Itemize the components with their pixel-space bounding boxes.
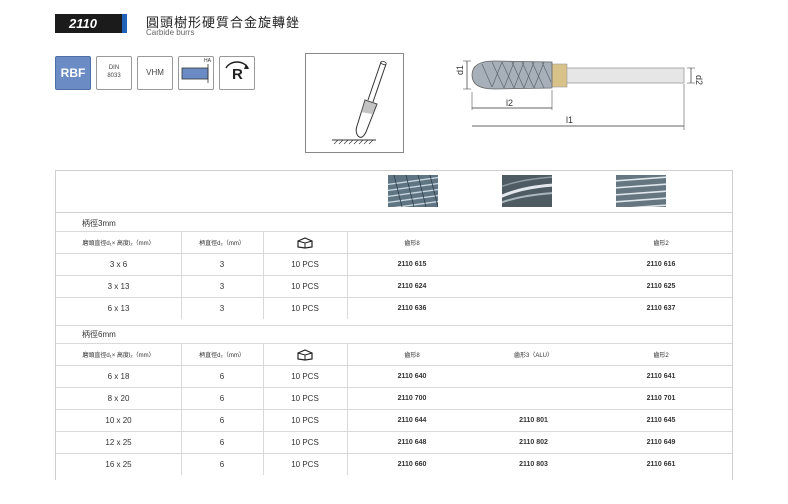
dimension-cell: 12 x 25 (105, 438, 132, 447)
col-pattern-2-header: 齒形2 (653, 241, 669, 247)
article-number-cell: 2110 802 (519, 439, 548, 446)
article-number-cell (477, 254, 590, 275)
article-number-cell (477, 388, 590, 409)
article-number-cell: 2110 640 (397, 373, 427, 380)
article-number-cell: 2110 625 (646, 283, 676, 290)
product-code: 2110 (69, 16, 97, 31)
dimension-cell: 6 x 18 (107, 372, 130, 381)
page-subtitle: Carbide burrs (146, 28, 195, 37)
article-number-cell: 2110 615 (397, 261, 427, 268)
cut-pattern-image-row (56, 171, 732, 213)
article-number-cell: 2110 661 (646, 461, 676, 468)
article-number-cell: 2110 637 (646, 305, 676, 312)
dimension-header: 磨頭直徑d₁× 高度l₂（mm） (82, 241, 155, 247)
article-number-cell: 2110 624 (397, 283, 427, 290)
table-row: 10 x 20 6 10 PCS 2110 644 2110 801 2110 … (56, 409, 732, 431)
col-pattern-8-header: 齒形8 (404, 353, 420, 359)
table-row: 12 x 25 6 10 PCS 2110 648 2110 802 2110 … (56, 431, 732, 453)
shank-header: 柄直徑d₂（mm） (199, 241, 245, 247)
article-number-cell: 2110 616 (646, 261, 676, 268)
table-header-row: 磨頭直徑d₁× 高度l₂（mm） 柄直徑d₂（mm） 齒形8 齒形3（ALU） … (56, 343, 732, 365)
shank-cell: 3 (219, 260, 225, 269)
article-number-cell (477, 366, 590, 387)
package-icon (263, 344, 347, 365)
dimension-cell: 3 x 13 (107, 282, 130, 291)
dimension-diagram: d1 d2 l2 l1 (448, 52, 728, 142)
table-row: 6 x 18 6 10 PCS 2110 640 2110 641 (56, 365, 732, 387)
pack-cell: 10 PCS (291, 460, 319, 469)
article-number-cell (477, 276, 590, 297)
article-number-cell: 2110 649 (646, 439, 676, 446)
product-code-badge: 2110 (55, 14, 127, 33)
pack-cell: 10 PCS (291, 304, 319, 313)
article-number-cell: 2110 644 (397, 417, 427, 424)
article-number-cell (477, 298, 590, 319)
tool-sketch (305, 53, 404, 153)
vhm-material-icon: VHM (137, 56, 173, 90)
ha-shank-icon: HA (178, 56, 214, 90)
shank-cell: 6 (219, 438, 225, 447)
article-number-cell: 2110 645 (646, 417, 676, 424)
shank-cell: 6 (219, 394, 225, 403)
shank-cell: 3 (219, 304, 225, 313)
article-number-cell: 2110 641 (646, 373, 676, 380)
col-pattern-3-header: 齒形3（ALU） (513, 353, 553, 359)
table-row: 16 x 25 6 10 PCS 2110 660 2110 803 2110 … (56, 453, 732, 475)
section-title-shank-3mm: 柄徑3mm (82, 219, 116, 228)
d1-label: d1 (455, 65, 465, 75)
article-number-cell: 2110 648 (397, 439, 427, 446)
l1-label: l1 (566, 115, 573, 125)
rotation-label: R (232, 66, 243, 83)
cut-pattern-3-image (502, 175, 552, 207)
article-number-cell: 2110 801 (519, 417, 548, 424)
cut-pattern-2-image (616, 175, 666, 207)
article-number-cell: 2110 701 (646, 395, 676, 402)
package-icon (263, 232, 347, 253)
pack-cell: 10 PCS (291, 416, 319, 425)
dimension-cell: 6 x 13 (107, 304, 130, 313)
rotation-direction-icon: R (219, 56, 255, 90)
table-row: 6 x 13 3 10 PCS 2110 636 2110 637 (56, 297, 732, 319)
shank-cell: 6 (219, 416, 225, 425)
article-number-cell: 2110 700 (397, 395, 427, 402)
d2-label: d2 (694, 75, 704, 85)
shank-cell: 3 (219, 282, 225, 291)
ha-label: HA (204, 58, 211, 64)
pack-cell: 10 PCS (291, 372, 319, 381)
table-header-row: 磨頭直徑d₁× 高度l₂（mm） 柄直徑d₂（mm） 齒形8 齒形2 (56, 231, 732, 253)
l2-label: l2 (506, 98, 513, 108)
rbf-icon: RBF (55, 56, 91, 90)
col-pattern-2-header: 齒形2 (653, 353, 669, 359)
pack-cell: 10 PCS (291, 394, 319, 403)
table-row: 3 x 13 3 10 PCS 2110 624 2110 625 (56, 275, 732, 297)
pack-cell: 10 PCS (291, 438, 319, 447)
dimension-cell: 16 x 25 (105, 460, 132, 469)
table-row: 8 x 20 6 10 PCS 2110 700 2110 701 (56, 387, 732, 409)
din-number: 8033 (107, 73, 121, 79)
dimension-header: 磨頭直徑d₁× 高度l₂（mm） (82, 353, 155, 359)
dimension-cell: 3 x 6 (109, 260, 128, 269)
badge-accent (122, 14, 127, 33)
article-number-cell: 2110 803 (519, 461, 548, 468)
shank-header: 柄直徑d₂（mm） (199, 353, 245, 359)
table-row: 3 x 6 3 10 PCS 2110 615 2110 616 (56, 253, 732, 275)
pack-cell: 10 PCS (291, 260, 319, 269)
pack-cell: 10 PCS (291, 282, 319, 291)
shank-cell: 6 (219, 372, 225, 381)
din-standard-icon: DIN 8033 (96, 56, 132, 90)
shank-cell: 6 (219, 460, 225, 469)
article-number-cell: 2110 660 (397, 461, 427, 468)
col-pattern-8-header: 齒形8 (404, 241, 420, 247)
col-pattern-3-header (477, 232, 590, 253)
din-label: DIN (108, 65, 120, 71)
article-number-cell: 2110 636 (397, 305, 427, 312)
dimension-cell: 8 x 20 (107, 394, 130, 403)
section-title-shank-6mm: 柄徑6mm (56, 325, 732, 341)
cut-pattern-8-image (388, 175, 438, 207)
dimension-cell: 10 x 20 (105, 416, 132, 425)
product-table: 柄徑3mm 磨頭直徑d₁× 高度l₂（mm） 柄直徑d₂（mm） 齒形8 齒形2… (55, 170, 733, 480)
